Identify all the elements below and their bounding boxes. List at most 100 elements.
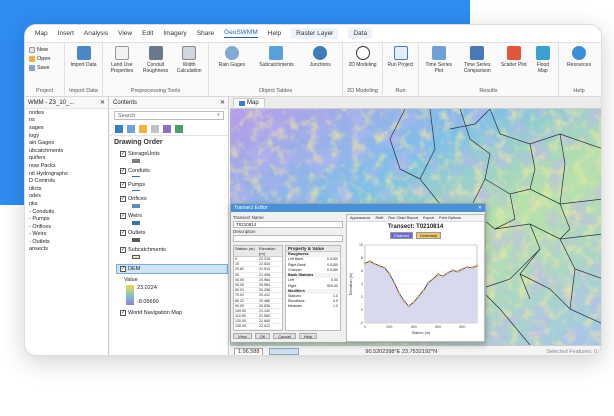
close-icon[interactable]: ✕ (220, 99, 225, 106)
data-point (446, 271, 450, 275)
menu-share[interactable]: Share (197, 30, 214, 37)
layer-dem[interactable]: ✓ DEM (116, 264, 228, 274)
print-options-button[interactable]: Print Options (439, 216, 461, 220)
search-input[interactable]: Search ⌕ (114, 111, 224, 120)
menu-geoswmm[interactable]: GeoSWMM (224, 29, 258, 38)
conduit-roughness-button[interactable]: Conduit Roughness (141, 46, 171, 74)
checkbox-icon[interactable]: ✓ (120, 230, 126, 236)
catalog-item[interactable]: ulicts (25, 185, 108, 193)
description-field[interactable] (233, 235, 343, 242)
refit-button[interactable]: Refit (375, 216, 383, 220)
catalog-item[interactable]: - Orifices (25, 223, 108, 231)
checkbox-icon[interactable]: ✓ (120, 247, 126, 253)
catalog-item[interactable]: nodes (25, 109, 108, 117)
layer-conduits[interactable]: ✓ Conduits (120, 168, 228, 174)
app-window: Map Insert Analysis View Edit Imagery Sh… (24, 24, 602, 356)
flood-map-button[interactable]: Flood Map (532, 46, 554, 74)
layer-orifices[interactable]: ✓ Orifices (120, 196, 228, 202)
list-snapping-icon[interactable] (163, 124, 171, 133)
table-row[interactable]: 130.00 22.012 (234, 324, 282, 330)
checkbox-icon[interactable]: ✓ (120, 213, 126, 219)
cancel-button[interactable]: Cancel (273, 332, 296, 339)
help-button[interactable]: Help (298, 332, 318, 339)
tab-map[interactable]: Map (233, 98, 265, 107)
chart-legend: Channel Overbank (347, 232, 484, 239)
time-series-comparison-button[interactable]: Time Series Comparison (459, 46, 496, 74)
ribbon-group-object-tables: Rain Gages Subcatchments Junctions Objec… (209, 43, 343, 96)
checkbox-icon[interactable]: ✓ (120, 168, 126, 174)
width-calculation-button[interactable]: Width Calculation (174, 46, 204, 74)
layer-weirs[interactable]: ✓ Weirs (120, 213, 228, 219)
y-tick-label: 6 (361, 269, 363, 273)
menu-help[interactable]: Help (268, 30, 281, 37)
scale-field[interactable]: 1:96,588 (234, 347, 264, 355)
menu-data[interactable]: Data (348, 28, 373, 39)
run-project-button[interactable]: Run Project (387, 46, 414, 68)
view-button[interactable]: View (233, 332, 252, 339)
list-source-icon[interactable] (127, 124, 135, 133)
catalog-item[interactable]: nit Hydrographs (25, 170, 108, 178)
appearance-button[interactable]: Appearance (350, 216, 370, 220)
catalog-item[interactable]: ain Gages (25, 139, 108, 147)
catalog-item[interactable]: odes (25, 193, 108, 201)
layer-pumps[interactable]: ✓ Pumps (120, 182, 228, 188)
ok-button[interactable]: OK (254, 332, 271, 339)
catalog-item[interactable]: - Weirs (25, 231, 108, 239)
transect-name-field[interactable]: T0210814 (233, 221, 343, 228)
catalog-item[interactable]: ansects (25, 246, 108, 254)
checkbox-icon[interactable]: ✓ (120, 151, 126, 157)
ribbon-group-preprocessing: Land Use Properties Conduit Roughness Wi… (103, 43, 209, 96)
checkbox-icon[interactable]: ✓ (120, 182, 126, 188)
close-icon[interactable]: ✕ (478, 205, 482, 211)
close-icon[interactable]: ✕ (100, 99, 105, 106)
rain-gages-button[interactable]: Rain Gages (213, 46, 251, 68)
checkbox-icon[interactable]: ✓ (120, 310, 126, 316)
catalog-item[interactable]: nks (25, 200, 108, 208)
import-data-button[interactable]: Import Data (69, 46, 98, 68)
roughness-icon (148, 46, 163, 60)
catalog-item[interactable]: logy (25, 132, 108, 140)
catalog-item[interactable]: - Pumps (25, 215, 108, 223)
menu-raster-layer[interactable]: Raster Layer (291, 28, 339, 39)
checkbox-icon[interactable]: ✓ (120, 266, 126, 272)
menu-edit[interactable]: Edit (142, 30, 153, 37)
catalog-item[interactable]: D Controls (25, 177, 108, 185)
checkbox-icon[interactable]: ✓ (120, 196, 126, 202)
navigation-tools[interactable] (269, 348, 300, 355)
list-editing-icon[interactable] (151, 124, 159, 133)
menu-imagery[interactable]: Imagery (163, 30, 186, 37)
menu-view[interactable]: View (118, 30, 132, 37)
layer-storageunits[interactable]: ✓ StorageUnits (120, 151, 228, 157)
list-labeling-icon[interactable] (175, 124, 183, 133)
catalog-item[interactable]: - Outlets (25, 238, 108, 246)
catalog-item[interactable]: sages (25, 124, 108, 132)
new-button[interactable]: New (29, 47, 50, 53)
open-button[interactable]: Open (29, 56, 50, 62)
scatter-plot-button[interactable]: Scatter Plot (500, 46, 528, 68)
data-point (397, 291, 401, 295)
land-use-properties-button[interactable]: Land Use Properties (107, 46, 137, 74)
property-row[interactable]: Meander 1.0 (286, 304, 340, 309)
list-drawing-order-icon[interactable] (115, 124, 123, 133)
layer-symbol (132, 221, 140, 225)
time-series-plot-button[interactable]: Time Series Plot (423, 46, 455, 74)
run-chart-report-button[interactable]: Run Chart Report (388, 216, 418, 220)
catalog-item[interactable]: - Conduits (25, 208, 108, 216)
layer-subcatchments[interactable]: ✓ Subcatchments (120, 247, 228, 253)
catalog-item[interactable]: now Packs (25, 162, 108, 170)
menu-map[interactable]: Map (35, 30, 48, 37)
layer-outlets[interactable]: ✓ Outlets (120, 230, 228, 236)
catalog-item[interactable]: quifers (25, 155, 108, 163)
menu-analysis[interactable]: Analysis (84, 30, 108, 37)
menu-insert[interactable]: Insert (58, 30, 74, 37)
catalog-item[interactable]: ubcatchments (25, 147, 108, 155)
list-selection-icon[interactable] (139, 124, 147, 133)
junctions-button[interactable]: Junctions (302, 46, 338, 68)
catalog-item[interactable]: ns (25, 117, 108, 125)
export-button[interactable]: Export (423, 216, 434, 220)
2d-modeling-button[interactable]: 2D Modeling (347, 46, 378, 68)
layer-basemap[interactable]: ✓ World Navigation Map (120, 310, 228, 316)
save-button[interactable]: Save (29, 65, 50, 71)
subcatchments-button[interactable]: Subcatchments (255, 46, 299, 68)
resources-button[interactable]: Resources (563, 46, 595, 68)
